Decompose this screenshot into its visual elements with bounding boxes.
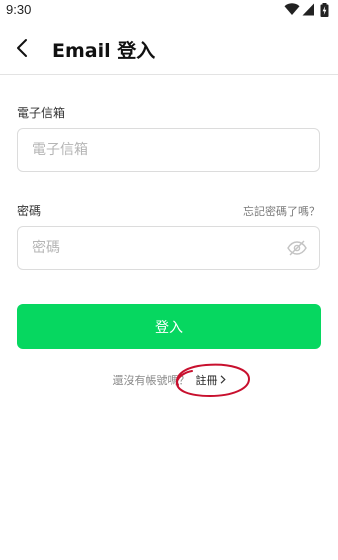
eye-off-icon[interactable] — [287, 240, 307, 256]
status-icons — [284, 3, 332, 17]
email-field[interactable] — [32, 129, 272, 171]
page-title: Email 登入 — [52, 40, 156, 62]
password-field[interactable] — [32, 227, 272, 269]
login-button[interactable]: 登入 — [17, 304, 321, 349]
signup-link-label: 註冊 — [195, 374, 218, 387]
status-bar: 9:30 — [0, 0, 338, 22]
email-label: 電子信箱 — [17, 106, 66, 120]
wifi-icon — [284, 3, 300, 16]
password-field-container — [17, 226, 320, 270]
email-field-container — [17, 128, 320, 172]
battery-icon — [320, 3, 329, 17]
forgot-password-link[interactable]: 忘記密碼了嗎？ — [243, 203, 320, 219]
status-time: 9:30 — [6, 2, 32, 17]
app-header: Email 登入 — [0, 22, 338, 75]
password-label: 密碼 — [17, 204, 42, 218]
back-arrow-icon[interactable] — [14, 38, 32, 58]
signal-icon — [302, 3, 314, 16]
chevron-right-icon — [220, 375, 226, 384]
signup-prompt: 還沒有帳號嗎？ — [112, 374, 190, 387]
signup-link[interactable]: 註冊 — [196, 374, 226, 387]
signup-row: 還沒有帳號嗎？ 註冊 — [0, 372, 338, 388]
